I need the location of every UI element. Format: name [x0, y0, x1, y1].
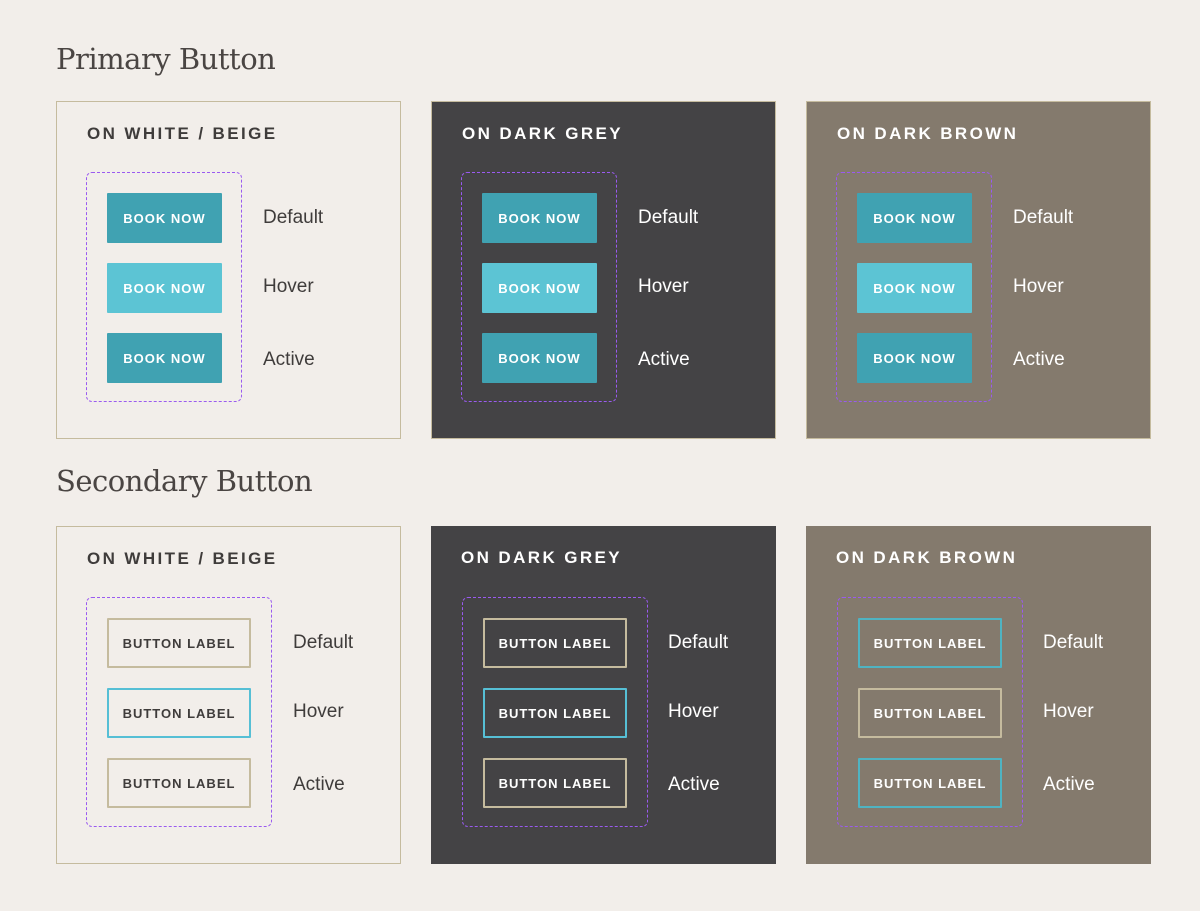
book-now-button-active[interactable]: BOOK NOW [857, 333, 972, 383]
panel-title: ON DARK GREY [461, 548, 623, 567]
state-label-default: Default [1013, 207, 1074, 228]
state-label-hover: Hover [638, 276, 689, 297]
button-label-default[interactable]: BUTTON LABEL [107, 618, 251, 668]
secondary-panel-dark-brown: ON DARK BROWN BUTTON LABEL BUTTON LABEL … [806, 526, 1151, 864]
state-label-active: Active [638, 349, 690, 370]
panel-title: ON DARK BROWN [836, 548, 1018, 567]
state-label-hover: Hover [293, 701, 344, 722]
state-label-active: Active [293, 774, 345, 795]
state-label-active: Active [263, 349, 315, 370]
state-label-hover: Hover [668, 701, 719, 722]
state-label-active: Active [1043, 774, 1095, 795]
book-now-button-hover[interactable]: BOOK NOW [482, 263, 597, 313]
state-label-hover: Hover [1043, 701, 1094, 722]
button-label-active[interactable]: BUTTON LABEL [483, 758, 627, 808]
state-label-hover: Hover [1013, 276, 1064, 297]
button-label-hover[interactable]: BUTTON LABEL [858, 688, 1002, 738]
primary-panel-dark-brown: ON DARK BROWN BOOK NOW BOOK NOW BOOK NOW… [806, 101, 1151, 439]
primary-section-title: Primary Button [56, 42, 276, 76]
button-label-hover[interactable]: BUTTON LABEL [107, 688, 251, 738]
book-now-button-default[interactable]: BOOK NOW [107, 193, 222, 243]
state-label-default: Default [668, 632, 729, 653]
state-label-default: Default [1043, 632, 1104, 653]
panel-title: ON DARK GREY [462, 124, 624, 143]
button-label-active[interactable]: BUTTON LABEL [107, 758, 251, 808]
book-now-button-active[interactable]: BOOK NOW [482, 333, 597, 383]
primary-panel-dark-grey: ON DARK GREY BOOK NOW BOOK NOW BOOK NOW … [431, 101, 776, 439]
book-now-button-hover[interactable]: BOOK NOW [857, 263, 972, 313]
state-label-default: Default [638, 207, 699, 228]
button-label-default[interactable]: BUTTON LABEL [483, 618, 627, 668]
book-now-button-default[interactable]: BOOK NOW [857, 193, 972, 243]
state-label-default: Default [293, 632, 354, 653]
state-label-hover: Hover [263, 276, 314, 297]
book-now-button-hover[interactable]: BOOK NOW [107, 263, 222, 313]
state-label-default: Default [263, 207, 324, 228]
panel-title: ON WHITE / BEIGE [87, 549, 278, 568]
panel-title: ON DARK BROWN [837, 124, 1019, 143]
state-label-active: Active [1013, 349, 1065, 370]
button-label-active[interactable]: BUTTON LABEL [858, 758, 1002, 808]
button-label-default[interactable]: BUTTON LABEL [858, 618, 1002, 668]
secondary-panel-dark-grey: ON DARK GREY BUTTON LABEL BUTTON LABEL B… [431, 526, 776, 864]
state-label-active: Active [668, 774, 720, 795]
panel-title: ON WHITE / BEIGE [87, 124, 278, 143]
book-now-button-default[interactable]: BOOK NOW [482, 193, 597, 243]
button-label-hover[interactable]: BUTTON LABEL [483, 688, 627, 738]
secondary-panel-white-beige: ON WHITE / BEIGE BUTTON LABEL BUTTON LAB… [56, 526, 401, 864]
book-now-button-active[interactable]: BOOK NOW [107, 333, 222, 383]
primary-panel-white-beige: ON WHITE / BEIGE BOOK NOW BOOK NOW BOOK … [56, 101, 401, 439]
secondary-section-title: Secondary Button [56, 464, 313, 498]
